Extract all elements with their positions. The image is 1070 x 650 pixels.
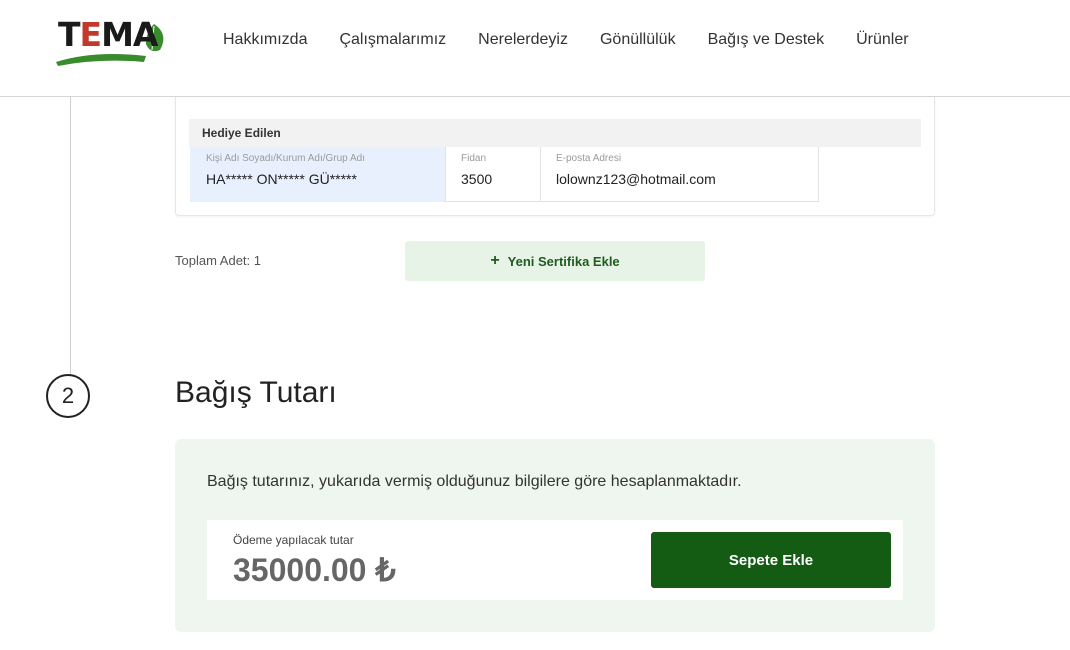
certificate-card: Hediye Edilen Kişi Adı Soyadı/Kurum Adı/… — [175, 97, 935, 216]
add-to-cart-button[interactable]: Sepete Ekle — [651, 532, 891, 588]
nav-item-hakkimizda[interactable]: Hakkımızda — [223, 30, 307, 50]
logo-text: TEMA — [58, 15, 158, 54]
add-certificate-button[interactable]: + Yeni Sertifika Ekle — [405, 241, 705, 281]
email-label: E-posta Adresi — [556, 153, 622, 164]
site-header: TEMA Hakkımızda Çalışmalarımız Nerelerde… — [0, 0, 1070, 97]
email-field[interactable]: E-posta Adresi lolownz123@hotmail.com — [540, 147, 819, 202]
donation-amount-title: Bağış Tutarı — [175, 376, 337, 409]
timeline-line — [70, 97, 71, 375]
sapling-quantity-value[interactable]: 3500 — [461, 171, 492, 187]
payment-amount-label: Ödeme yapılacak tutar — [233, 533, 354, 547]
payment-box: Ödeme yapılacak tutar 35000.00 ₺ Sepete … — [207, 520, 903, 600]
recipient-name-label: Kişi Adı Soyadı/Kurum Adı/Grup Adı — [206, 153, 365, 164]
nav-item-calismalarimiz[interactable]: Çalışmalarımız — [339, 30, 446, 50]
donation-description: Bağış tutarınız, yukarıda vermiş olduğun… — [207, 473, 742, 490]
tema-logo[interactable]: TEMA — [54, 16, 166, 68]
logo-letter-e: E — [79, 15, 103, 54]
add-certificate-label: Yeni Sertifika Ekle — [507, 253, 620, 269]
nav-item-urunler[interactable]: Ürünler — [856, 30, 908, 50]
nav-item-gonulluluk[interactable]: Gönüllülük — [600, 30, 676, 50]
recipient-name-field[interactable]: Kişi Adı Soyadı/Kurum Adı/Grup Adı HA***… — [190, 147, 446, 202]
payment-amount: 35000.00 ₺ — [233, 552, 396, 588]
sapling-quantity-label: Fidan — [461, 153, 487, 164]
total-count: Toplam Adet: 1 — [175, 253, 261, 268]
main-nav: Hakkımızda Çalışmalarımız Nerelerdeyiz G… — [223, 30, 941, 50]
plus-icon: + — [490, 252, 500, 269]
donation-panel: Bağış tutarınız, yukarıda vermiş olduğun… — [175, 439, 935, 632]
nav-item-bagis-ve-destek[interactable]: Bağış ve Destek — [708, 30, 825, 50]
sapling-quantity-field[interactable]: Fidan 3500 — [445, 147, 541, 202]
recipient-name-value[interactable]: HA***** ON***** GÜ***** — [206, 171, 357, 187]
step-number-badge: 2 — [46, 374, 90, 418]
email-value[interactable]: lolownz123@hotmail.com — [556, 171, 716, 187]
nav-item-nerelerdeyiz[interactable]: Nerelerdeyiz — [478, 30, 568, 50]
gifted-section-label: Hediye Edilen — [189, 119, 921, 147]
